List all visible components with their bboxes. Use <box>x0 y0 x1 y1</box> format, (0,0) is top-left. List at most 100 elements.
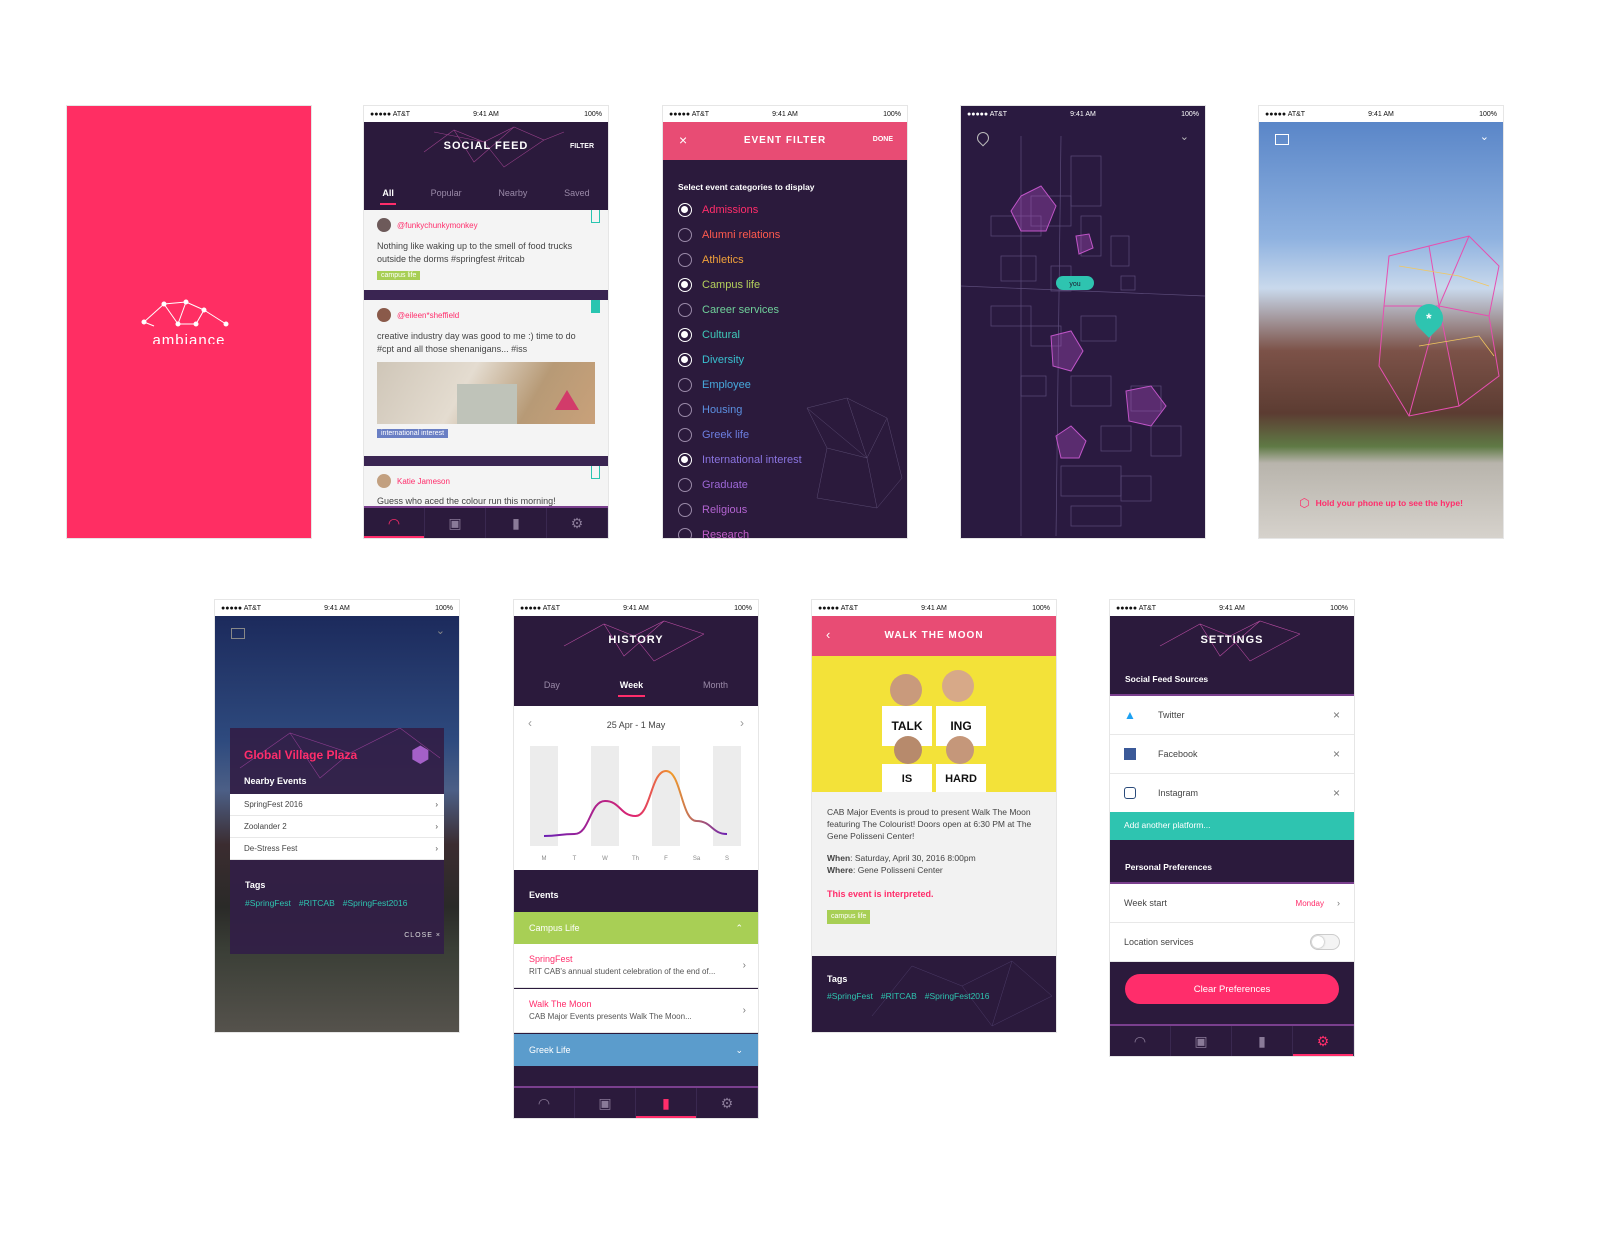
bookmark-icon[interactable] <box>591 300 600 313</box>
tab-month[interactable]: Month <box>697 676 734 694</box>
tag-link[interactable]: #SpringFest2016 <box>343 898 408 908</box>
location-toggle[interactable] <box>1310 934 1340 950</box>
chevron-down-icon[interactable]: ⌄ <box>1480 130 1489 143</box>
map-icon[interactable] <box>1275 134 1289 145</box>
source-row-facebook[interactable]: Facebook × <box>1110 735 1354 774</box>
carrier: ●●●●● AT&T <box>221 604 262 612</box>
day-column <box>530 746 558 846</box>
category-row[interactable]: Alumni relations <box>678 228 780 242</box>
filter-button[interactable]: FILTER <box>570 143 594 150</box>
category-row[interactable]: Athletics <box>678 253 744 267</box>
group-header-campus-life[interactable]: Campus Life ⌃ <box>514 912 758 944</box>
radio-unchecked-icon[interactable] <box>678 228 692 242</box>
camera-nav-icon[interactable]: ▣ <box>425 508 486 538</box>
camera-nav-icon[interactable]: ▣ <box>1171 1026 1232 1056</box>
category-row[interactable]: Diversity <box>678 353 744 367</box>
radio-unchecked-icon[interactable] <box>678 478 692 492</box>
nearby-event-row[interactable]: Zoolander 2 › <box>230 816 444 838</box>
radio-checked-icon[interactable] <box>678 203 692 217</box>
nearby-event-row[interactable]: SpringFest 2016 › <box>230 794 444 816</box>
tab-nearby[interactable]: Nearby <box>492 184 533 202</box>
category-row[interactable]: Housing <box>678 403 742 417</box>
feed-nav-icon[interactable]: ◠ <box>364 508 425 538</box>
radio-unchecked-icon[interactable] <box>678 528 692 538</box>
tab-week[interactable]: Week <box>614 676 649 697</box>
activity-chart[interactable]: M T W Th F Sa S <box>514 736 758 866</box>
radio-checked-icon[interactable] <box>678 278 692 292</box>
remove-icon[interactable]: × <box>1333 786 1340 800</box>
tab-popular[interactable]: Popular <box>425 184 468 202</box>
week-start-row[interactable]: Week start Monday › <box>1110 884 1354 923</box>
category-row[interactable]: Career services <box>678 303 779 317</box>
category-row[interactable]: Campus life <box>678 278 760 292</box>
carrier: ●●●●● AT&T <box>967 110 1008 118</box>
history-event[interactable]: Walk The Moon CAB Major Events presents … <box>514 989 758 1033</box>
chevron-right-icon[interactable]: › <box>740 716 744 730</box>
section-label: Social Feed Sources <box>1125 674 1209 684</box>
source-row-instagram[interactable]: Instagram × <box>1110 774 1354 813</box>
category-row[interactable]: Admissions <box>678 203 758 217</box>
you-marker[interactable]: you <box>1069 281 1080 288</box>
radio-checked-icon[interactable] <box>678 353 692 367</box>
chevron-down-icon: ⌄ <box>735 1044 743 1055</box>
feed-nav-icon[interactable]: ◠ <box>1110 1026 1171 1056</box>
tag-link[interactable]: #SpringFest <box>827 991 873 1001</box>
chevron-down-icon[interactable]: ⌄ <box>436 624 445 637</box>
category-row[interactable]: Cultural <box>678 328 740 342</box>
remove-icon[interactable]: × <box>1333 747 1340 761</box>
done-button[interactable]: DONE <box>873 136 893 143</box>
radio-checked-icon[interactable] <box>678 453 692 467</box>
radio-unchecked-icon[interactable] <box>678 378 692 392</box>
category-row[interactable]: Greek life <box>678 428 749 442</box>
close-button[interactable]: CLOSE × <box>404 932 441 939</box>
map-screen: ●●●●● AT&T 9:41 AM 100% ⌄ you <box>961 106 1205 538</box>
tab-day[interactable]: Day <box>538 676 566 694</box>
history-nav-icon[interactable]: ▮ <box>636 1088 697 1118</box>
category-row[interactable]: Research <box>678 528 749 538</box>
tab-saved[interactable]: Saved <box>558 184 596 202</box>
tag-link[interactable]: #SpringFest <box>245 898 291 908</box>
category-row[interactable]: International interest <box>678 453 802 467</box>
post-tag[interactable]: campus life <box>377 271 421 280</box>
history-nav-icon[interactable]: ▮ <box>486 508 547 538</box>
post-user[interactable]: Katie Jameson <box>397 477 450 486</box>
post-user[interactable]: @eileen*sheffield <box>397 311 459 320</box>
add-platform-button[interactable]: Add another platform... <box>1110 812 1354 840</box>
post-image[interactable] <box>377 362 595 424</box>
nearby-event-row[interactable]: De-Stress Fest › <box>230 838 444 860</box>
feed-post[interactable]: @funkychunkymonkey Nothing like waking u… <box>364 210 608 290</box>
radio-unchecked-icon[interactable] <box>678 253 692 267</box>
post-user[interactable]: @funkychunkymonkey <box>397 221 478 230</box>
remove-icon[interactable]: × <box>1333 708 1340 722</box>
settings-nav-icon[interactable]: ⚙ <box>697 1088 758 1118</box>
source-row-twitter[interactable]: ▲ Twitter × <box>1110 696 1354 735</box>
group-header-greek-life[interactable]: Greek Life ⌄ <box>514 1034 758 1066</box>
tag-link[interactable]: #RITCAB <box>299 898 335 908</box>
radio-unchecked-icon[interactable] <box>678 503 692 517</box>
category-row[interactable]: Graduate <box>678 478 748 492</box>
campus-map[interactable]: you <box>961 136 1205 536</box>
map-icon[interactable] <box>231 628 245 639</box>
tag-link[interactable]: #RITCAB <box>881 991 917 1001</box>
radio-checked-icon[interactable] <box>678 328 692 342</box>
tag-link[interactable]: #SpringFest2016 <box>925 991 990 1001</box>
radio-unchecked-icon[interactable] <box>678 403 692 417</box>
settings-nav-icon[interactable]: ⚙ <box>547 508 608 538</box>
radio-unchecked-icon[interactable] <box>678 428 692 442</box>
feed-nav-icon[interactable]: ◠ <box>514 1088 575 1118</box>
camera-nav-icon[interactable]: ▣ <box>575 1088 636 1118</box>
category-row[interactable]: Religious <box>678 503 747 517</box>
bookmark-icon[interactable] <box>591 210 600 223</box>
radio-unchecked-icon[interactable] <box>678 303 692 317</box>
clear-preferences-button[interactable]: Clear Preferences <box>1125 974 1339 1004</box>
event-tag[interactable]: campus life <box>827 910 871 924</box>
category-row[interactable]: Employee <box>678 378 751 392</box>
history-nav-icon[interactable]: ▮ <box>1232 1026 1293 1056</box>
post-tag[interactable]: international interest <box>377 429 449 438</box>
history-event[interactable]: SpringFest RIT CAB's annual student cele… <box>514 944 758 988</box>
week-start-value: Monday <box>1295 898 1324 908</box>
feed-post[interactable]: @eileen*sheffield creative industry day … <box>364 300 608 456</box>
tab-all[interactable]: All <box>376 184 400 205</box>
bookmark-icon[interactable] <box>591 466 600 479</box>
settings-nav-icon[interactable]: ⚙ <box>1293 1026 1354 1056</box>
